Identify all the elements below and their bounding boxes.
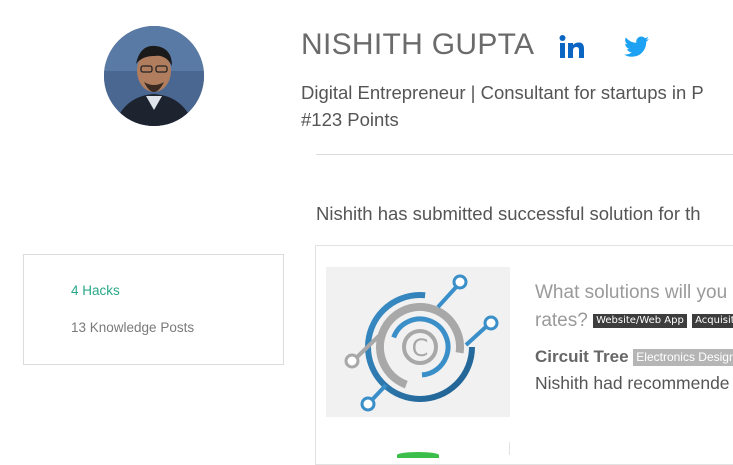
knowledge-posts-link[interactable]: 13 Knowledge Posts (71, 320, 194, 335)
tag-acquisition[interactable]: Acquisition (692, 313, 733, 328)
next-card-divider (509, 442, 510, 455)
hacks-count-link[interactable]: 4 Hacks (71, 283, 120, 298)
profile-tagline: Digital Entrepreneur | Consultant for st… (301, 82, 704, 103)
profile-name: NISHITH GUPTA (301, 28, 535, 61)
circuit-tree-logo[interactable]: C (326, 267, 510, 417)
recommendation-text: Nishith had recommende (535, 373, 730, 393)
hack-question[interactable]: What solutions will you rates? Website/W… (535, 279, 733, 335)
hack-question-line2: rates? (535, 310, 588, 331)
activity-headline: Nishith has submitted successful solutio… (316, 203, 701, 224)
solution-name[interactable]: Circuit Tree (535, 347, 629, 366)
header-divider (316, 154, 733, 155)
linkedin-icon[interactable] (558, 34, 586, 60)
solution-title: Circuit Tree Electronics Design (535, 347, 733, 367)
twitter-icon[interactable] (623, 34, 651, 60)
svg-text:C: C (412, 334, 429, 362)
profile-avatar (104, 26, 204, 126)
next-card-border (315, 442, 316, 455)
profile-stats-panel: 4 Hacks 13 Knowledge Posts (23, 254, 284, 365)
hack-question-line1: What solutions will you (535, 282, 728, 303)
next-card-thumbnail (397, 452, 439, 458)
solution-category-badge: Electronics Design (633, 349, 733, 367)
profile-points: #123 Points (301, 109, 399, 130)
tag-website-web-app[interactable]: Website/Web App (593, 313, 687, 328)
